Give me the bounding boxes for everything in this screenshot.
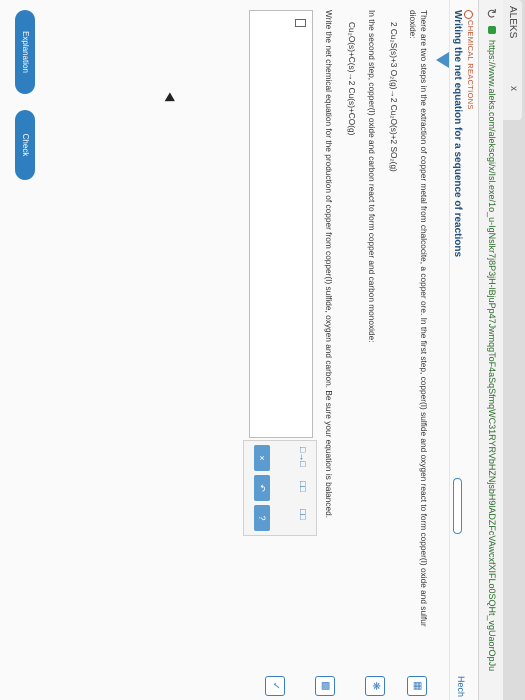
clear-button[interactable]: × bbox=[254, 445, 270, 471]
calculator-icon[interactable]: ▦ bbox=[407, 676, 427, 696]
equation-step-1: 2 Cu₂S(s)+3 O₂(g)→2 Cu₂O(s)+2 SO₂(g) bbox=[389, 22, 399, 172]
data-chart-icon[interactable]: ▩ bbox=[315, 676, 335, 696]
rotated-screen: ALEKS x ↻ https://www.aleks.com/alekscgi… bbox=[0, 0, 525, 700]
answer-input[interactable] bbox=[249, 10, 313, 438]
text-cursor-icon bbox=[295, 19, 306, 27]
explanation-button[interactable]: Explanation bbox=[15, 10, 35, 94]
equation-step-2: Cu₂O(s)+C(s)→2 Cu(s)+CO(g) bbox=[347, 22, 357, 136]
help-link[interactable]: Hech bbox=[456, 676, 466, 697]
problem-paragraph-1: There are two steps in the extraction of… bbox=[408, 10, 429, 627]
browser-tab[interactable]: ALEKS x bbox=[503, 0, 522, 120]
address-bar: ↻ https://www.aleks.com/alekscgi/x/Isl.e… bbox=[478, 0, 503, 700]
periodic-table-icon[interactable]: ❋ bbox=[365, 676, 385, 696]
subscript-template-button[interactable]: □□ bbox=[298, 481, 308, 492]
arrow-template-button[interactable]: □→□ bbox=[298, 447, 308, 467]
reload-icon[interactable]: ↻ bbox=[483, 8, 499, 19]
problem-paragraph-3: Write the net chemical equation for the … bbox=[324, 10, 334, 519]
browser-tab-bar: ALEKS x bbox=[502, 0, 525, 700]
help-button[interactable]: ? bbox=[254, 505, 270, 531]
progress-bar bbox=[453, 478, 462, 534]
topic-circle-icon bbox=[464, 10, 473, 19]
topic-header: CHEMICAL REACTIONS Writing the net equat… bbox=[449, 0, 478, 700]
mouse-pointer-icon bbox=[162, 92, 175, 106]
tab-title: ALEKS bbox=[507, 6, 518, 39]
check-button[interactable]: Check bbox=[15, 110, 35, 180]
url-field[interactable]: https://www.aleks.com/alekscgi/x/Isl.exe… bbox=[487, 40, 497, 671]
answer-icon[interactable]: ✓ bbox=[265, 676, 285, 696]
equation-palette: □→□ □□ □□ × ↶ ? bbox=[243, 440, 317, 536]
superscript-template-button[interactable]: □□ bbox=[298, 509, 308, 520]
collapse-toggle-icon[interactable] bbox=[436, 52, 449, 68]
page-title: Writing the net equation for a sequence … bbox=[452, 10, 463, 258]
lock-icon bbox=[488, 26, 496, 34]
undo-button[interactable]: ↶ bbox=[254, 475, 270, 501]
topic-label: CHEMICAL REACTIONS bbox=[466, 20, 475, 110]
tab-close-icon[interactable]: x bbox=[508, 86, 519, 91]
problem-paragraph-2: In the second step, copper(I) oxide and … bbox=[367, 10, 377, 343]
